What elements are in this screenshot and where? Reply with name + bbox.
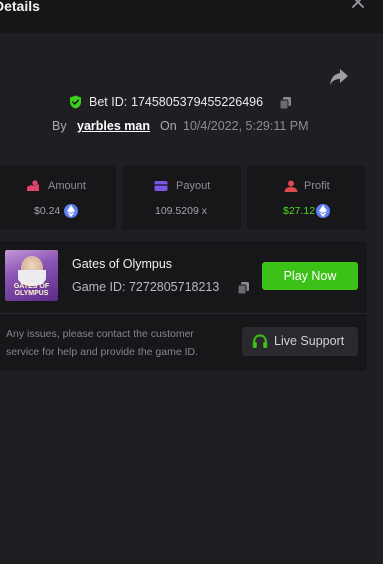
wallet-icon [154,181,168,191]
on-label: On [160,119,177,133]
user-profit-icon [284,180,298,192]
stat-amount: Amount $0.24 [0,166,116,230]
game-card: GATES OF OLYMPUS Gates of Olympus Game I… [0,241,367,371]
username-link[interactable]: yarbles man [77,119,150,133]
divider [0,313,367,314]
share-icon[interactable] [329,68,349,86]
stat-payout: Payout 109.5209 x [122,166,241,230]
payout-label: Payout [176,180,211,192]
bet-id-value: 1745805379455226496 [131,95,264,109]
copy-icon[interactable] [279,96,292,110]
shield-check-icon [70,95,81,109]
game-thumbnail[interactable]: GATES OF OLYMPUS [5,250,58,301]
bet-author-row: By yarbles man On 10/4/2022, 5:29:11 PM [0,118,383,136]
payout-value: 109.5209 x [155,205,207,217]
headset-icon [252,334,268,348]
profit-label: Profit [304,180,330,192]
live-support-label: Live Support [274,334,345,348]
dialog-header: Details [0,0,383,33]
thumbnail-title: GATES OF OLYMPUS [7,283,56,297]
eth-coin-icon [316,204,330,218]
thumbnail-title-line-1: GATES OF [13,283,50,290]
coins-icon [27,180,39,191]
game-name: Gates of Olympus [72,257,173,271]
copy-icon[interactable] [237,281,250,295]
profit-value: $27.12 [283,205,316,217]
thumbnail-title-line-2: OLYMPUS [14,290,49,297]
eth-coin-icon [64,204,78,218]
by-label: By [52,119,67,133]
amount-label: Amount [48,180,86,192]
play-now-button[interactable]: Play Now [262,262,358,290]
support-help-text: Any issues, please contact the customer … [6,328,199,358]
close-icon[interactable] [350,0,366,10]
stat-profit: Profit $27.12 [247,166,366,230]
dialog-title: Details [0,0,40,14]
live-support-button[interactable]: Live Support [242,327,358,356]
amount-value: $0.24 [34,205,61,217]
game-id: Game ID: 7272805718213 [72,280,220,294]
bet-id-label: Bet ID: [89,95,128,109]
bet-datetime: 10/4/2022, 5:29:11 PM [183,119,309,133]
bet-id-row: Bet ID: 1745805379455226496 [0,94,383,112]
